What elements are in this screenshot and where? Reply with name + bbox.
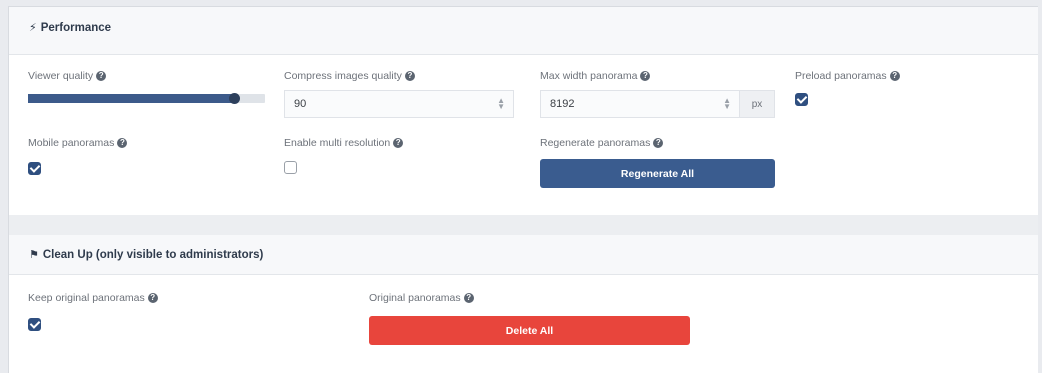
keep-original-checkbox[interactable] bbox=[28, 318, 41, 331]
performance-title: Performance bbox=[40, 21, 112, 34]
max-width-label: Max width panorama ? bbox=[540, 70, 651, 82]
question-circle-icon[interactable]: ? bbox=[147, 293, 158, 303]
question-circle-icon[interactable]: ? bbox=[640, 71, 651, 81]
bolt-icon: ⚡︎ bbox=[29, 22, 37, 34]
preload-label: Preload panoramas ? bbox=[795, 70, 900, 82]
regenerate-all-button[interactable]: Regenerate All bbox=[540, 159, 775, 188]
delete-all-button[interactable]: Delete All bbox=[369, 316, 690, 345]
section-separator bbox=[9, 215, 1038, 235]
original-panoramas-label: Original panoramas ? bbox=[369, 292, 474, 304]
slider-thumb[interactable] bbox=[229, 93, 241, 104]
cleanup-header: ⚑ Clean Up (only visible to administrato… bbox=[9, 235, 1038, 275]
regenerate-label: Regenerate panoramas ? bbox=[540, 137, 664, 149]
compress-quality-label: Compress images quality ? bbox=[284, 70, 415, 82]
max-width-unit: px bbox=[740, 90, 775, 118]
viewer-quality-slider[interactable] bbox=[28, 93, 265, 104]
question-circle-icon[interactable]: ? bbox=[889, 71, 900, 81]
question-circle-icon[interactable]: ? bbox=[653, 138, 664, 148]
cleanup-title: Clean Up (only visible to administrators… bbox=[42, 248, 264, 261]
question-circle-icon[interactable]: ? bbox=[96, 71, 107, 81]
question-circle-icon[interactable]: ? bbox=[463, 293, 474, 303]
slider-fill bbox=[28, 94, 235, 103]
performance-header: ⚡︎ Performance bbox=[9, 7, 1038, 55]
keep-original-label: Keep original panoramas ? bbox=[28, 292, 158, 304]
multi-resolution-label: Enable multi resolution ? bbox=[284, 137, 404, 149]
mobile-checkbox[interactable] bbox=[28, 162, 41, 175]
question-circle-icon[interactable]: ? bbox=[117, 138, 128, 148]
stepper-icon[interactable]: ▲ ▼ bbox=[723, 97, 731, 111]
stepper-icon[interactable]: ▲ ▼ bbox=[497, 97, 505, 111]
question-circle-icon[interactable]: ? bbox=[404, 71, 415, 81]
mobile-label: Mobile panoramas ? bbox=[28, 137, 128, 149]
preload-checkbox[interactable] bbox=[795, 93, 808, 106]
broom-icon: ⚑ bbox=[29, 249, 39, 261]
compress-quality-input[interactable]: 90 ▲ ▼ bbox=[284, 90, 514, 118]
viewer-quality-label: Viewer quality ? bbox=[28, 70, 107, 82]
multi-resolution-checkbox[interactable] bbox=[284, 161, 297, 174]
max-width-input[interactable]: 8192 ▲ ▼ bbox=[540, 90, 740, 118]
question-circle-icon[interactable]: ? bbox=[393, 138, 404, 148]
